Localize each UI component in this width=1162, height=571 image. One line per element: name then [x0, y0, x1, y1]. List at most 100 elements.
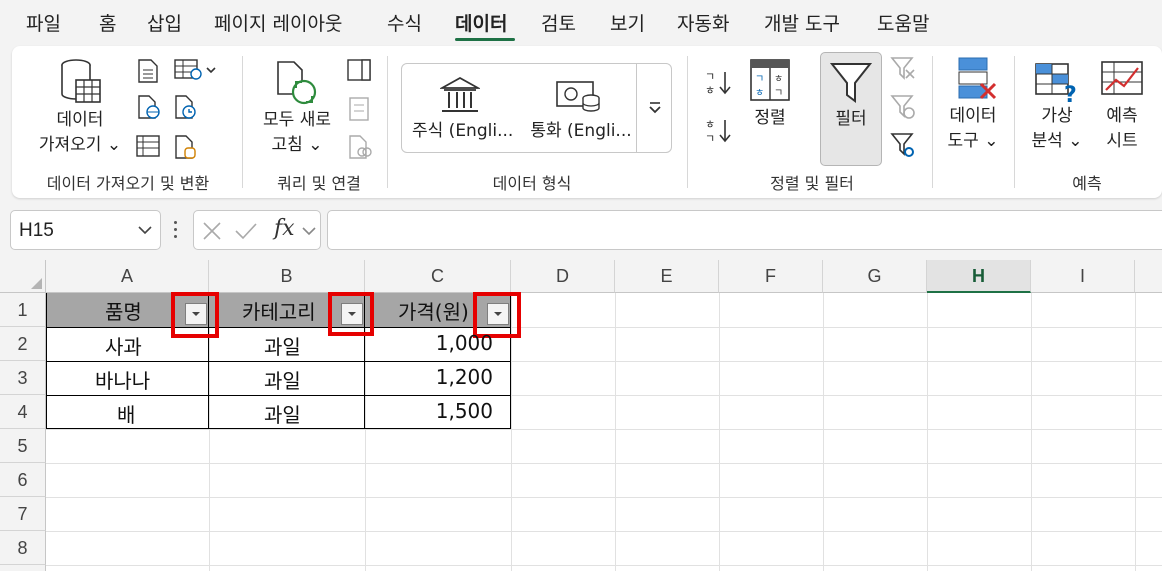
table-cell[interactable]: 1,000: [436, 331, 493, 355]
get-data-button[interactable]: 데이터 가져오기 ⌄: [30, 108, 130, 158]
stocks-button[interactable]: 주식 (Engli...: [412, 119, 513, 144]
highlight-box: [328, 292, 374, 336]
existing-connections-icon[interactable]: [135, 134, 161, 158]
tab-view[interactable]: 보기: [610, 9, 645, 36]
cancel-icon[interactable]: [202, 221, 222, 241]
svg-text:ㄱ: ㄱ: [774, 88, 783, 99]
insert-function-icon[interactable]: fx: [274, 216, 295, 241]
edit-links-icon: [348, 134, 372, 160]
tab-page-layout[interactable]: 페이지 레이아웃: [214, 9, 342, 36]
sort-dialog-icon[interactable]: ㄱㅎㅎㄱ: [749, 58, 791, 102]
refresh-all-icon[interactable]: [274, 58, 320, 108]
forecast-sheet-icon[interactable]: [1100, 60, 1144, 98]
filter-button[interactable]: 필터: [820, 52, 882, 166]
data-tools-icon[interactable]: [955, 56, 999, 102]
column-header-j[interactable]: [1135, 260, 1162, 293]
filter-label: 필터: [835, 109, 867, 129]
group-separator: [242, 56, 243, 188]
row-header-6[interactable]: 6: [0, 463, 46, 497]
table-cell[interactable]: 1,500: [436, 399, 493, 423]
highlight-box: [171, 292, 219, 338]
table-header-cell[interactable]: 카테고리: [242, 296, 316, 325]
row-header-8[interactable]: 8: [0, 531, 46, 565]
data-source-icon[interactable]: [174, 134, 198, 160]
formula-tools: fx: [193, 210, 321, 250]
row-header-2[interactable]: 2: [0, 327, 46, 361]
active-tab-indicator: [455, 38, 515, 41]
column-header-d[interactable]: D: [511, 260, 615, 293]
row-header-7[interactable]: 7: [0, 497, 46, 531]
chevron-down-icon[interactable]: [302, 226, 316, 236]
sort-button[interactable]: 정렬: [740, 106, 800, 131]
currencies-button[interactable]: 통화 (Engli...: [526, 119, 636, 144]
splitter-handle[interactable]: [174, 221, 178, 239]
gallery-expand-button[interactable]: [636, 63, 672, 153]
table-cell[interactable]: 바나나: [95, 365, 150, 394]
formula-bar: H15 fx: [0, 205, 1162, 251]
menu-bar: 파일 홈 삽입 페이지 레이아웃 수식 데이터 검토 보기 자동화 개발 도구 …: [0, 0, 1162, 46]
tab-review[interactable]: 검토: [541, 9, 576, 36]
row-header-3[interactable]: 3: [0, 361, 46, 395]
column-header-h[interactable]: H: [927, 260, 1031, 293]
name-box[interactable]: H15: [10, 210, 161, 250]
column-header-f[interactable]: F: [719, 260, 823, 293]
recent-sources-icon[interactable]: [174, 94, 198, 120]
column-header-g[interactable]: G: [823, 260, 927, 293]
column-header-a[interactable]: A: [46, 260, 209, 293]
table-cell[interactable]: 과일: [264, 365, 301, 394]
tab-automate[interactable]: 자동화: [677, 9, 729, 36]
data-tools-button[interactable]: 데이터 도구 ⌄: [937, 104, 1009, 154]
tab-file[interactable]: 파일: [26, 9, 61, 36]
table-cell[interactable]: 1,200: [436, 365, 493, 389]
get-data-label-2: 가져오기 ⌄: [38, 135, 122, 155]
column-header-i[interactable]: I: [1031, 260, 1135, 293]
column-header-e[interactable]: E: [615, 260, 719, 293]
tab-formulas[interactable]: 수식: [387, 9, 422, 36]
tab-developer[interactable]: 개발 도구: [764, 9, 840, 36]
column-header-c[interactable]: C: [365, 260, 511, 293]
stocks-icon[interactable]: [440, 76, 480, 114]
table-cell[interactable]: 과일: [264, 331, 301, 360]
from-text-csv-icon[interactable]: [137, 58, 159, 84]
row-header-9[interactable]: [0, 565, 46, 571]
sort-a-to-z-icon[interactable]: ㄱ ㅎ: [705, 68, 735, 100]
from-table-icon[interactable]: [174, 58, 218, 82]
forecast-sheet-button[interactable]: 예측 시트: [1090, 104, 1154, 154]
currencies-icon[interactable]: [555, 76, 601, 116]
what-if-analysis-button[interactable]: 가상 분석 ⌄: [1022, 104, 1092, 154]
what-if-label-2: 분석 ⌄: [1031, 131, 1083, 151]
queries-connections-icon[interactable]: [346, 58, 372, 82]
row-header-5[interactable]: 5: [0, 429, 46, 463]
forecast-label-2: 시트: [1106, 131, 1138, 151]
refresh-all-button[interactable]: 모두 새로 고침 ⌄: [250, 108, 344, 158]
advanced-filter-icon[interactable]: [890, 132, 916, 160]
what-if-analysis-icon[interactable]: ?: [1034, 60, 1080, 104]
table-header-cell[interactable]: 가격(원): [398, 296, 469, 325]
chevron-down-icon[interactable]: [138, 225, 152, 235]
table-cell[interactable]: 배: [117, 399, 135, 428]
svg-text:ㄱ: ㄱ: [755, 74, 764, 85]
svg-text:ㅎ: ㅎ: [755, 88, 764, 99]
from-web-icon[interactable]: [137, 94, 161, 120]
data-tools-label-1: 데이터: [949, 106, 997, 126]
table-header-cell[interactable]: 품명: [105, 296, 142, 325]
get-data-icon[interactable]: [60, 58, 104, 106]
column-header-b[interactable]: B: [209, 260, 365, 293]
data-tools-label-2: 도구 ⌄: [947, 131, 999, 151]
formula-input[interactable]: [327, 210, 1162, 250]
row-header-4[interactable]: 4: [0, 395, 46, 429]
tab-insert[interactable]: 삽입: [147, 9, 182, 36]
reapply-filter-icon: [890, 94, 916, 120]
refresh-label-2: 고침 ⌄: [271, 135, 323, 155]
row-header-1[interactable]: 1: [0, 293, 46, 327]
table-cell[interactable]: 사과: [105, 331, 142, 360]
sort-z-to-a-icon[interactable]: ㅎ ㄱ: [705, 116, 735, 148]
enter-icon[interactable]: [234, 221, 258, 241]
tab-help[interactable]: 도움말: [877, 9, 929, 36]
select-all-corner[interactable]: [0, 260, 46, 293]
sort-za-bottom-label: ㄱ: [705, 132, 716, 145]
tab-home[interactable]: 홈: [99, 9, 116, 36]
group-label-data-types: 데이터 형식: [492, 174, 572, 193]
table-cell[interactable]: 과일: [264, 399, 301, 428]
tab-data[interactable]: 데이터: [455, 9, 507, 36]
